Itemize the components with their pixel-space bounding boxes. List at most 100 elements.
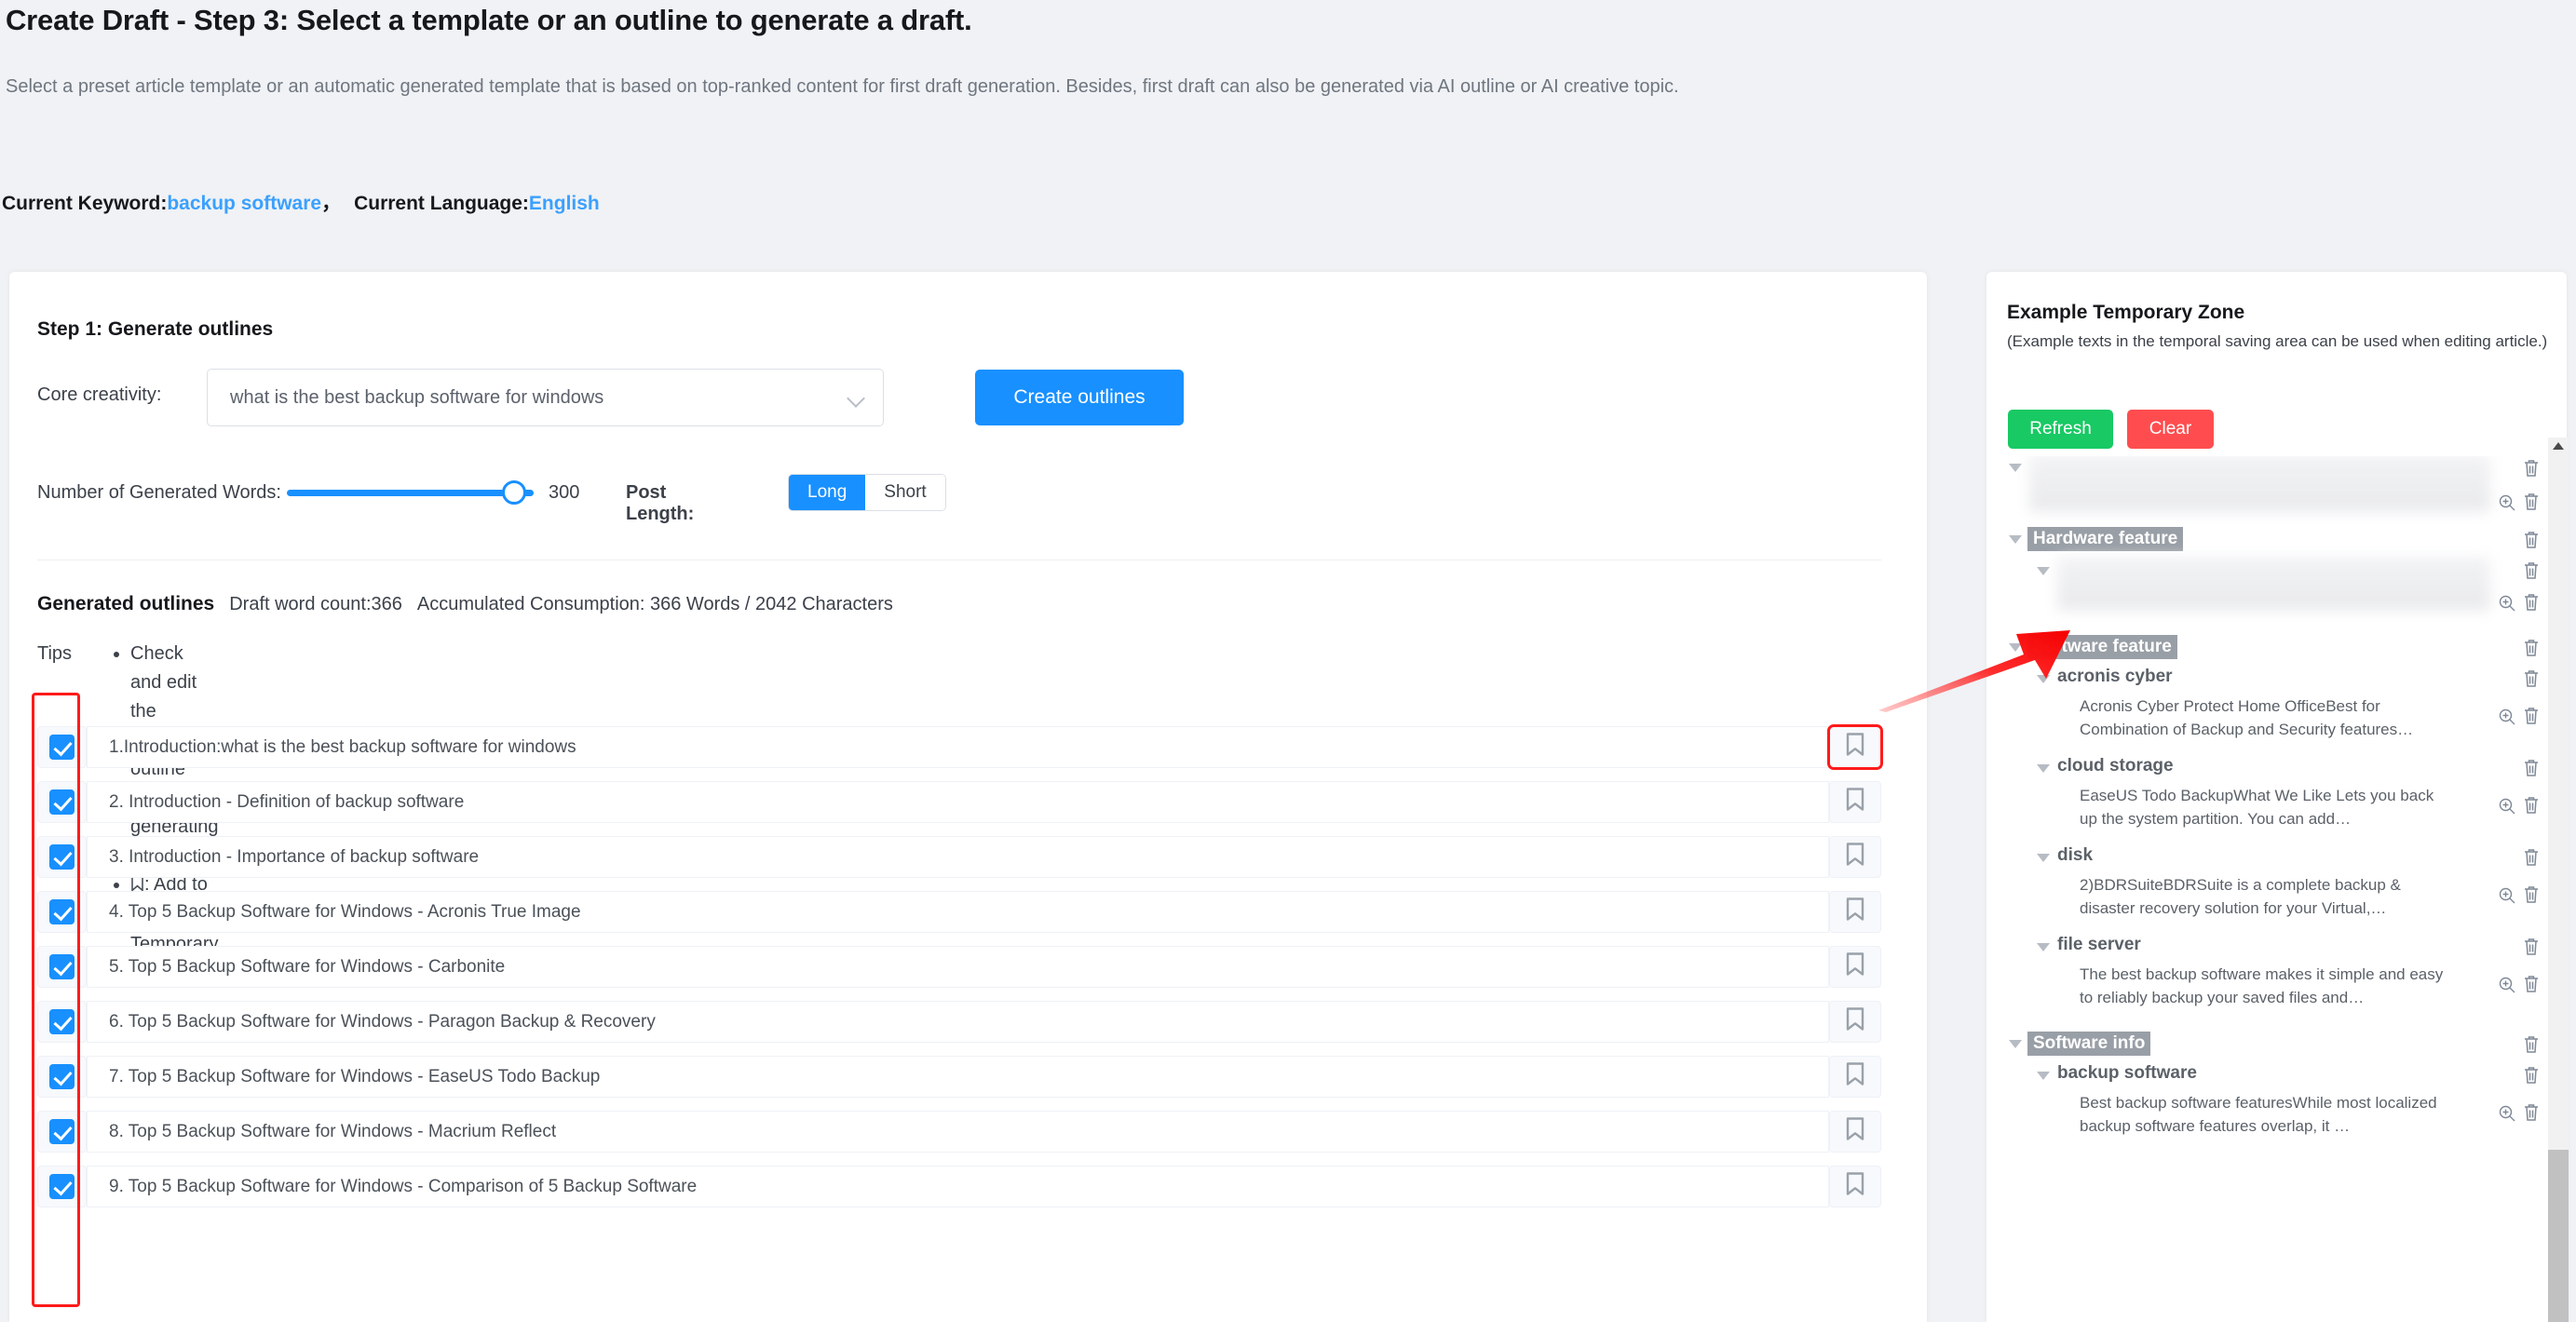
chevron-down-icon[interactable] [2037, 854, 2050, 862]
add-to-temporary-zone-button[interactable] [1829, 781, 1881, 823]
preview-icon[interactable] [2498, 976, 2516, 994]
outline-checkbox-checked[interactable] [49, 735, 75, 760]
add-to-temporary-zone-button[interactable] [1827, 724, 1883, 770]
outline-checkbox-cell[interactable] [37, 1111, 87, 1153]
chevron-down-icon[interactable] [2009, 1040, 2022, 1048]
outline-checkbox-cell[interactable] [37, 836, 87, 878]
outline-checkbox-cell[interactable] [37, 726, 87, 768]
outline-checkbox-checked[interactable] [49, 1009, 75, 1034]
delete-icon[interactable] [2522, 795, 2541, 816]
add-to-temporary-zone-button[interactable] [1829, 1166, 1881, 1207]
outline-text-cell[interactable]: 9. Top 5 Backup Software for Windows - C… [87, 1166, 1829, 1207]
outline-checkbox-cell[interactable] [37, 891, 87, 933]
chevron-down-icon[interactable] [2009, 464, 2022, 472]
core-creativity-select[interactable]: what is the best backup software for win… [207, 369, 884, 426]
clear-button[interactable]: Clear [2127, 410, 2214, 449]
delete-icon[interactable] [2522, 1034, 2541, 1055]
add-to-temporary-zone-button[interactable] [1829, 836, 1881, 878]
outline-text-cell[interactable]: 8. Top 5 Backup Software for Windows - M… [87, 1111, 1829, 1153]
tree-group-label[interactable]: Software feature [2027, 635, 2177, 659]
outline-checkbox-cell[interactable] [37, 946, 87, 988]
delete-icon[interactable] [2522, 884, 2541, 905]
post-length-short-button[interactable]: Short [865, 475, 945, 510]
chevron-down-icon[interactable] [2037, 943, 2050, 951]
tree-leaf-text[interactable]: Best backup software featuresWhile most … [2080, 1091, 2452, 1138]
chevron-down-icon[interactable] [2037, 567, 2050, 575]
outline-text-cell[interactable]: 4. Top 5 Backup Software for Windows - A… [87, 891, 1829, 933]
preview-icon[interactable] [2498, 493, 2516, 512]
tree-group-label[interactable]: Software info [2027, 1032, 2151, 1056]
outline-checkbox-cell[interactable] [37, 781, 87, 823]
outline-checkbox-checked[interactable] [49, 899, 75, 924]
tree-sub-label[interactable]: backup software [2057, 1063, 2197, 1084]
outline-text-cell[interactable]: 3. Introduction - Importance of backup s… [87, 836, 1829, 878]
tree-leaf-text[interactable]: Acronis Cyber Protect Home OfficeBest fo… [2080, 695, 2452, 741]
delete-icon[interactable] [2522, 592, 2541, 613]
outline-checkbox-checked[interactable] [49, 789, 75, 815]
outline-item-label: 8. Top 5 Backup Software for Windows - M… [109, 1121, 557, 1141]
preview-icon[interactable] [2498, 594, 2516, 613]
outline-checkbox-checked[interactable] [49, 1174, 75, 1199]
delete-icon[interactable] [2522, 530, 2541, 550]
tree-leaf-text[interactable]: EaseUS Todo BackupWhat We Like Lets you … [2080, 784, 2452, 830]
tree-leaf-text[interactable]: 2)BDRSuiteBDRSuite is a complete backup … [2080, 873, 2452, 920]
outline-checkbox-cell[interactable] [37, 1001, 87, 1043]
tree-group-label[interactable]: Hardware feature [2027, 527, 2184, 551]
tree-sub-label[interactable]: cloud storage [2057, 756, 2174, 776]
chevron-down-icon[interactable] [2037, 1072, 2050, 1080]
add-to-temporary-zone-button[interactable] [1829, 1001, 1881, 1043]
delete-icon[interactable] [2522, 492, 2541, 512]
delete-icon[interactable] [2522, 458, 2541, 479]
outline-text-cell[interactable]: 6. Top 5 Backup Software for Windows - P… [87, 1001, 1829, 1043]
outline-text-cell[interactable]: 7. Top 5 Backup Software for Windows - E… [87, 1056, 1829, 1098]
delete-icon[interactable] [2522, 974, 2541, 994]
preview-icon[interactable] [2498, 797, 2516, 816]
outline-item-label: 2. Introduction - Definition of backup s… [109, 791, 465, 812]
refresh-button[interactable]: Refresh [2008, 410, 2113, 449]
post-length-long-button[interactable]: Long [789, 475, 866, 510]
preview-icon[interactable] [2498, 1104, 2516, 1123]
chevron-down-icon[interactable] [2009, 535, 2022, 544]
add-to-temporary-zone-button[interactable] [1829, 946, 1881, 988]
delete-icon[interactable] [2522, 847, 2541, 868]
tree-sub-label[interactable]: file server [2057, 935, 2141, 955]
scroll-up-arrow-icon[interactable] [2553, 442, 2564, 450]
outline-checkbox-checked[interactable] [49, 1119, 75, 1144]
delete-icon[interactable] [2522, 706, 2541, 726]
core-creativity-label: Core creativity: [37, 384, 162, 405]
delete-icon[interactable] [2522, 1065, 2541, 1086]
outline-checkbox-checked[interactable] [49, 954, 75, 979]
sidebar-scrollbar-thumb[interactable] [2548, 1150, 2569, 1322]
delete-icon[interactable] [2522, 937, 2541, 957]
generated-words-slider[interactable] [287, 480, 534, 505]
delete-icon[interactable] [2522, 1102, 2541, 1123]
chevron-down-icon[interactable] [2037, 675, 2050, 683]
current-keyword-value[interactable]: backup software [167, 193, 321, 214]
tree-sub-label[interactable]: disk [2057, 845, 2093, 866]
create-outlines-button[interactable]: Create outlines [975, 370, 1184, 425]
add-to-temporary-zone-button[interactable] [1829, 1056, 1881, 1098]
preview-icon[interactable] [2498, 708, 2516, 726]
outline-text-cell[interactable]: 2. Introduction - Definition of backup s… [87, 781, 1829, 823]
outline-checkbox-cell[interactable] [37, 1056, 87, 1098]
outline-checkbox-cell[interactable] [37, 1166, 87, 1207]
main-panel: Step 1: Generate outlines Core creativit… [9, 272, 1927, 1322]
tree-leaf-text[interactable]: The best backup software makes it simple… [2080, 963, 2452, 1009]
outline-text-cell[interactable]: 1.Introduction:what is the best backup s… [87, 726, 1829, 768]
chevron-down-icon[interactable] [2009, 643, 2022, 652]
current-language-value[interactable]: English [529, 193, 600, 214]
outline-text-cell[interactable]: 5. Top 5 Backup Software for Windows - C… [87, 946, 1829, 988]
chevron-down-icon[interactable] [2037, 764, 2050, 773]
delete-icon[interactable] [2522, 758, 2541, 778]
slider-knob[interactable] [502, 480, 526, 505]
preview-icon[interactable] [2498, 886, 2516, 905]
add-to-temporary-zone-button[interactable] [1829, 891, 1881, 933]
delete-icon[interactable] [2522, 560, 2541, 581]
add-to-temporary-zone-button[interactable] [1829, 1111, 1881, 1153]
tree-sub-label[interactable]: acronis cyber [2057, 667, 2173, 687]
outline-checkbox-checked[interactable] [49, 1064, 75, 1089]
outline-checkbox-checked[interactable] [49, 844, 75, 870]
delete-icon[interactable] [2522, 668, 2541, 689]
blurred-content [2057, 557, 2490, 611]
delete-icon[interactable] [2522, 638, 2541, 658]
